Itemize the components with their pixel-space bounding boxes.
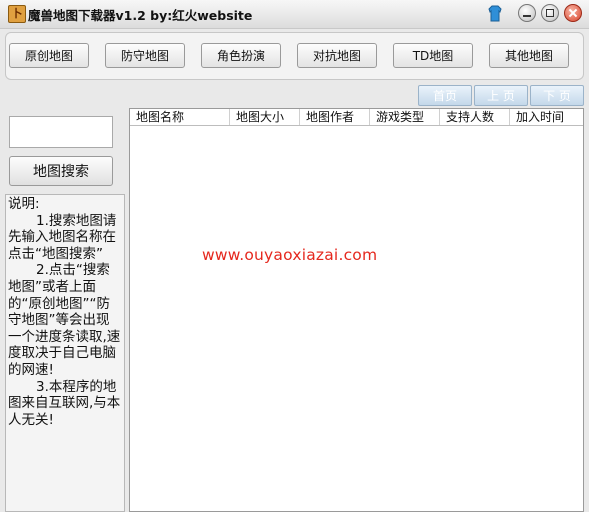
- column-header-players[interactable]: 支持人数: [440, 109, 510, 125]
- next-page-button[interactable]: 下 页: [530, 85, 584, 106]
- title-bar[interactable]: 卜 魔兽地图下载器v1.2 by:红火website: [0, 0, 589, 29]
- first-page-button[interactable]: 首页: [418, 85, 472, 106]
- category-original-button[interactable]: 原创地图: [9, 43, 89, 68]
- instructions-step-1: 1.搜索地图请先输入地图名称在点击“地图搜索”: [8, 212, 117, 262]
- map-search-button[interactable]: 地图搜索: [9, 156, 113, 186]
- column-header-map-author[interactable]: 地图作者: [300, 109, 370, 125]
- category-rpg-button[interactable]: 角色扮演: [201, 43, 281, 68]
- instructions-step-2: 2.点击“搜索地图”或者上面的“原创地图”“防守地图”等会出现一个进度条读取,速…: [8, 262, 121, 378]
- table-header: 地图名称 地图大小 地图作者 游戏类型 支持人数 加入时间: [130, 109, 583, 126]
- category-td-button[interactable]: TD地图: [393, 43, 473, 68]
- instructions-panel: 说明: 1.搜索地图请先输入地图名称在点击“地图搜索” 2.点击“搜索地图”或者…: [5, 194, 125, 512]
- map-list-table[interactable]: 地图名称 地图大小 地图作者 游戏类型 支持人数 加入时间: [129, 108, 584, 512]
- column-header-map-size[interactable]: 地图大小: [230, 109, 300, 125]
- search-input[interactable]: [9, 116, 113, 148]
- warcraft-map-icon: 卜: [8, 5, 26, 23]
- maximize-icon[interactable]: [541, 4, 559, 22]
- prev-page-button[interactable]: 上 页: [474, 85, 528, 106]
- instructions-step-3: 3.本程序的地图来自互联网,与本人无关!: [8, 378, 121, 428]
- category-other-button[interactable]: 其他地图: [489, 43, 569, 68]
- column-header-game-type[interactable]: 游戏类型: [370, 109, 440, 125]
- category-defense-button[interactable]: 防守地图: [105, 43, 185, 68]
- watermark-text: www.ouyaoxiazai.com: [202, 246, 378, 264]
- column-header-added-time[interactable]: 加入时间: [510, 109, 583, 125]
- instructions-heading: 说明:: [8, 196, 40, 212]
- window-title: 魔兽地图下载器v1.2 by:红火website: [28, 8, 253, 23]
- minimize-icon[interactable]: [518, 4, 536, 22]
- category-versus-button[interactable]: 对抗地图: [297, 43, 377, 68]
- column-header-map-name[interactable]: 地图名称: [130, 109, 230, 125]
- close-icon[interactable]: [564, 4, 582, 22]
- skin-shirt-icon[interactable]: [488, 5, 502, 22]
